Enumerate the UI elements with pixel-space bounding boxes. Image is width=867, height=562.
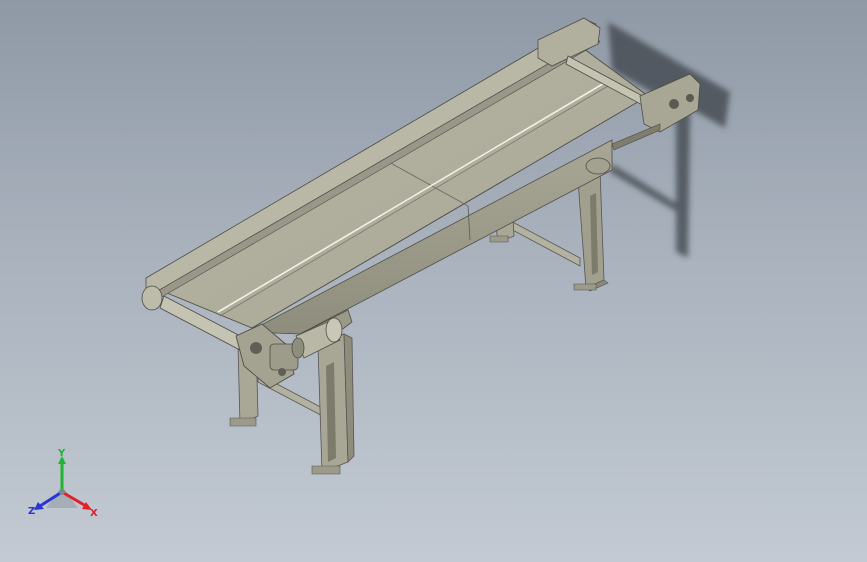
- near-leg-right: [311, 333, 355, 475]
- x-axis-label: X: [90, 508, 98, 519]
- conveyor-model[interactable]: [0, 0, 867, 562]
- coordinate-triad: Y X Z: [28, 448, 98, 519]
- far-leg-right: [573, 169, 609, 292]
- y-axis-label: Y: [57, 448, 66, 459]
- graphics-viewport[interactable]: Y X Z: [0, 0, 867, 562]
- z-axis-label: Z: [28, 506, 35, 517]
